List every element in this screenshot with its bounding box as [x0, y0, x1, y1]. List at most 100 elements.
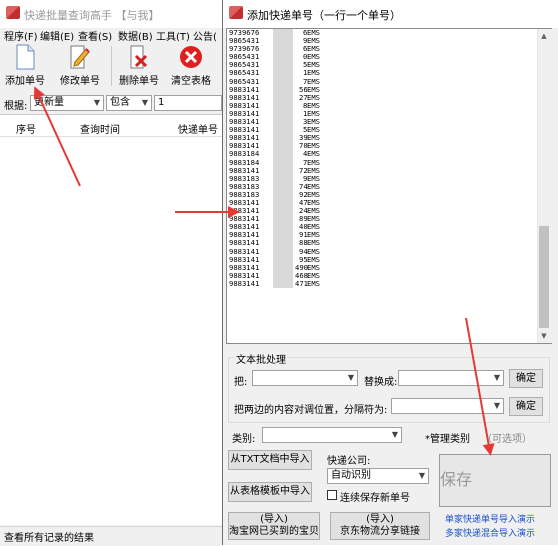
replace-from-label: 把: — [234, 377, 248, 388]
tracking-line: 9883183 74 EMS — [229, 182, 529, 191]
scroll-up-icon[interactable]: ▲ — [537, 29, 551, 43]
import-jd-button[interactable]: (导入) 京东物流分享链接 — [330, 512, 430, 540]
menu-notice[interactable]: 公告( — [193, 28, 217, 43]
status-text: 查看所有记录的结果 — [4, 533, 94, 544]
demo-mixed-courier-link[interactable]: 多家快递混合导入演示 — [445, 526, 535, 539]
swap-label: 把两边的内容对调位置，分隔符为: — [234, 405, 388, 416]
redaction-mask — [273, 93, 293, 102]
save-new-checkbox[interactable] — [327, 490, 337, 500]
import-from-txt-button[interactable]: 从TXT文档中导入 — [228, 450, 312, 470]
app-icon — [6, 6, 20, 19]
clear-icon — [179, 44, 203, 70]
redaction-mask — [273, 215, 293, 224]
results-table[interactable] — [0, 114, 222, 525]
edit-document-icon — [68, 44, 92, 70]
redaction-mask — [273, 150, 293, 159]
column-header-index[interactable]: 序号 — [16, 121, 36, 136]
document-icon — [13, 44, 37, 70]
dialog-app-icon — [229, 6, 243, 19]
redaction-mask — [273, 198, 293, 208]
column-header-query-time[interactable]: 查询时间 — [80, 121, 120, 136]
redaction-mask — [273, 263, 293, 272]
tracking-line: 9883141 8 EMS — [229, 101, 529, 110]
tracking-line: 9883141 27 EMS — [229, 93, 529, 102]
clear-table-button[interactable]: 清空表格 — [168, 44, 214, 88]
filter-search-input[interactable]: 1 — [154, 95, 222, 111]
chevron-down-icon: ▼ — [93, 98, 101, 107]
tracking-line: 9883184 7 EMS — [229, 158, 529, 167]
separator-select[interactable]: ▼ — [391, 398, 504, 414]
redaction-mask — [273, 45, 293, 54]
redaction-mask — [273, 37, 293, 46]
tracking-line: 9883141 70 EMS — [229, 142, 529, 151]
redaction-mask — [273, 118, 293, 127]
menu-edit[interactable]: 编辑(E) — [40, 28, 74, 43]
menu-data[interactable]: 数据(B) — [118, 28, 153, 43]
tracking-line: 9865431 0 EMS — [229, 53, 529, 62]
tracking-lines: 9739676 6 EMS 9865431 9 EMS 9739676 6 EMS 9865431… — [229, 29, 529, 288]
chevron-down-icon: ▼ — [391, 430, 399, 439]
tracking-line: 9883183 9 EMS — [229, 174, 529, 183]
redaction-mask — [273, 53, 293, 62]
optional-hint: （可选项） — [482, 434, 532, 445]
redaction-mask — [273, 174, 293, 183]
add-tracking-button[interactable]: 添加单号 — [4, 44, 46, 88]
menu-view[interactable]: 查看(S) — [78, 28, 112, 43]
toolbar-separator — [111, 46, 112, 86]
tracking-line: 9739676 6 EMS — [229, 45, 529, 54]
replace-from-select[interactable]: ▼ — [252, 370, 358, 386]
tracking-number-textarea[interactable]: 9739676 6 EMS 9865431 9 EMS 9739676 6 EMS 9865431… — [226, 28, 552, 344]
confirm-swap-button[interactable]: 确定 — [509, 397, 543, 416]
edit-tracking-button[interactable]: 修改单号 — [58, 44, 102, 88]
tracking-line: 9883141 468 EMS — [229, 271, 529, 280]
courier-select[interactable]: 自动识别 ▼ — [327, 468, 429, 484]
tracking-line: 9739676 6 EMS — [229, 29, 529, 38]
redaction-mask — [273, 231, 293, 240]
demo-single-courier-link[interactable]: 单家快递单号导入演示 — [445, 512, 535, 525]
redaction-mask — [273, 85, 293, 94]
tracking-line: 9883141 471 EMS — [229, 279, 529, 288]
scroll-down-icon[interactable]: ▼ — [537, 329, 551, 343]
tracking-line: 9883183 92 EMS — [229, 190, 529, 199]
tracking-line: 9883141 490 EMS — [229, 263, 529, 272]
save-button[interactable]: 保存 — [439, 454, 551, 507]
chevron-down-icon: ▼ — [141, 98, 149, 107]
tracking-line: 9883184 4 EMS — [229, 150, 529, 159]
redaction-mask — [273, 134, 293, 143]
redaction-mask — [273, 77, 293, 86]
tracking-line: 9883141 1 EMS — [229, 109, 529, 119]
import-from-excel-button[interactable]: 从表格模板中导入 — [228, 482, 312, 502]
redaction-mask — [273, 69, 293, 78]
category-select[interactable]: ▼ — [262, 427, 402, 443]
redaction-mask — [273, 142, 293, 151]
confirm-replace-button[interactable]: 确定 — [509, 369, 543, 388]
menu-tools[interactable]: 工具(T) — [156, 28, 190, 43]
tracking-line: 9883141 47 EMS — [229, 198, 529, 208]
chevron-down-icon: ▼ — [493, 373, 501, 382]
scrollbar-thumb[interactable] — [539, 226, 549, 328]
chevron-down-icon: ▼ — [418, 471, 426, 480]
tracking-line: 9883141 95 EMS — [229, 255, 529, 264]
redaction-mask — [273, 207, 293, 216]
tracking-line: 9883141 24 EMS — [229, 206, 529, 216]
replace-to-label: 替换成: — [364, 377, 398, 388]
tracking-line: 9883141 56 EMS — [229, 85, 529, 94]
delete-tracking-button[interactable]: 删除单号 — [116, 44, 162, 88]
chevron-down-icon: ▼ — [347, 373, 355, 382]
tracking-line: 9883141 40 EMS — [229, 223, 529, 232]
import-taobao-button[interactable]: (导入) 淘宝网已买到的宝贝 — [228, 512, 320, 540]
main-window-title: 快递批量查询高手 【与我】 — [24, 9, 160, 22]
column-header-tracking-no[interactable]: 快递单号 — [178, 121, 218, 136]
tracking-line: 9883141 89 EMS — [229, 215, 529, 224]
manage-category-link[interactable]: *管理类别 — [425, 430, 470, 445]
replace-to-select[interactable]: ▼ — [398, 370, 504, 386]
redaction-mask — [273, 190, 293, 199]
menu-program[interactable]: 程序(F) — [4, 28, 38, 43]
filter-mode-select[interactable]: 包含 ▼ — [106, 95, 152, 111]
redaction-mask — [273, 166, 293, 175]
redaction-mask — [273, 126, 293, 135]
filter-field-select[interactable]: 更新量 ▼ — [30, 95, 104, 111]
dialog-title: 添加快递单号（一行一个单号） — [247, 9, 401, 22]
redaction-mask — [273, 101, 293, 110]
tracking-line: 9883141 5 EMS — [229, 126, 529, 135]
